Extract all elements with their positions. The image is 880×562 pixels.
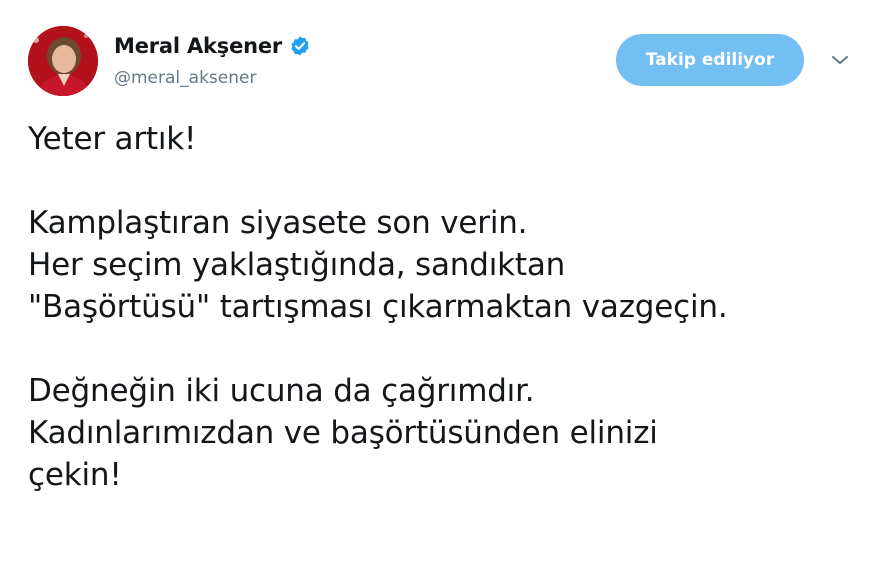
author-display-name[interactable]: Meral Akşener — [114, 34, 282, 58]
tweet-line: Değneğin iki ucuna da çağrımdır. — [28, 373, 535, 409]
avatar[interactable] — [28, 26, 98, 96]
name-row: Meral Akşener — [114, 32, 311, 60]
tweet-line: Kadınlarımızdan ve başörtüsünden elinizi — [28, 415, 658, 451]
following-button[interactable]: Takip ediliyor — [616, 34, 804, 86]
tweet-text: Yeter artık! Kamplaştıran siyasete son v… — [28, 118, 858, 496]
verified-badge-icon — [289, 35, 311, 57]
author-block: Meral Akşener @meral_aksener — [114, 32, 311, 88]
tweet-header: Meral Akşener @meral_aksener Takip edili… — [28, 26, 860, 98]
chevron-down-icon[interactable] — [829, 52, 851, 68]
author-handle[interactable]: @meral_aksener — [114, 68, 311, 88]
tweet-line: Yeter artık! — [28, 121, 197, 157]
tweet-line: çekin! — [28, 457, 122, 493]
tweet-line: Her seçim yaklaştığında, sandıktan — [28, 247, 566, 283]
avatar-image — [28, 26, 98, 96]
tweet-line: Kamplaştıran siyasete son verin. — [28, 205, 528, 241]
tweet-line: "Başörtüsü" tartışması çıkarmaktan vazge… — [28, 289, 728, 325]
tweet-card: Meral Akşener @meral_aksener Takip edili… — [0, 0, 880, 562]
